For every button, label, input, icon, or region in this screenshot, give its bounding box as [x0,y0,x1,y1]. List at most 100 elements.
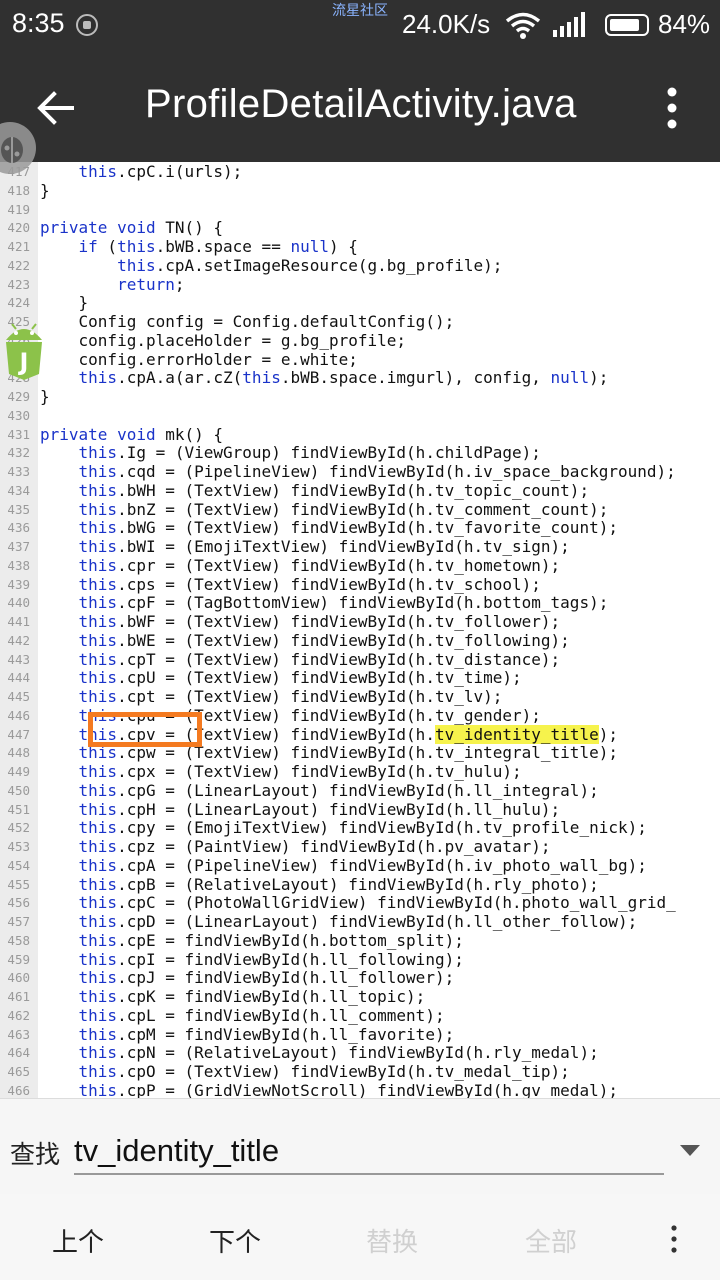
line-number: 435 [7,501,30,517]
code-line: 463 this.cpM = findViewById(h.ll_favorit… [0,1025,720,1044]
line-number: 434 [7,482,30,498]
line-number: 451 [7,801,30,817]
line-number: 441 [7,614,30,629]
line-number: 422 [7,257,30,273]
code-line: 452 this.cpy = (EmojiTextView) findViewB… [0,818,720,837]
code-text: this.cpT = (TextView) findViewById(h.tv_… [78,649,561,669]
code-text: this.cpO = (TextView) findViewById(h.tv_… [78,1062,570,1081]
line-number: 443 [7,651,30,667]
code-text: this.cpy = (EmojiTextView) findViewById(… [78,818,647,838]
code-line: 431 private void mk() { [0,425,720,444]
code-line: 455 this.cpB = (RelativeLayout) findView… [0,875,720,894]
code-line: 425 Config config = Config.defaultConfig… [0,312,720,331]
annotation-box [88,712,202,747]
code-text: this.cpK = findViewById(h.ll_topic); [78,987,426,1006]
more-vertical-icon[interactable] [660,86,684,130]
next-button[interactable]: 下个 [209,1222,261,1259]
code-line: 421 if (this.bWB.space == null) { [0,237,720,256]
code-line: 460 this.cpJ = findViewById(h.ll_followe… [0,968,720,987]
code-line: 423 return; [0,275,720,294]
java-android-icon[interactable]: J [0,318,48,384]
code-line: 440 this.cpF = (TagBottomView) findViewB… [0,593,720,612]
code-line: 444 this.cpU = (TextView) findViewById(h… [0,668,720,687]
network-speed: 24.0K/s [402,9,491,39]
code-line: 439 this.cps = (TextView) findViewById(h… [0,575,720,594]
code-text: this.cpD = (LinearLayout) findViewById(h… [78,912,638,931]
code-text: this.cpB = (RelativeLayout) findViewById… [78,874,599,894]
line-number: 438 [7,557,30,573]
code-line: 454 this.cpA = (PipelineView) findViewBy… [0,856,720,875]
code-text: this.cpC.i(urls); [78,162,243,181]
code-line: 459 this.cpI = findViewById(h.ll_followi… [0,950,720,969]
line-number: 429 [7,389,30,404]
code-line: 424 } [0,293,720,312]
app-bar: ProfileDetailActivity.java [0,54,720,162]
code-line: 458 this.cpE = findViewById(h.bottom_spl… [0,931,720,950]
line-number: 460 [7,970,30,986]
code-line: 427 config.errorHolder = e.white; [0,350,720,369]
line-number: 455 [7,876,30,892]
line-number: 432 [7,445,30,461]
line-number: 420 [7,220,30,236]
triangle-down-icon[interactable] [678,1143,702,1157]
line-number: 446 [7,707,30,723]
code-line: 442 this.bWE = (TextView) findViewById(h… [0,631,720,650]
ladybug-icon[interactable] [0,120,44,176]
signal-icon [553,12,585,37]
code-line: 462 this.cpL = findViewById(h.ll_comment… [0,1006,720,1025]
code-line: 422 this.cpA.setImageResource(g.bg_profi… [0,256,720,275]
line-number: 418 [7,182,30,198]
code-text: config.placeHolder = g.bg_profile; [40,330,407,350]
svg-text:J: J [18,348,29,376]
code-line: 456 this.cpC = (PhotoWallGridView) findV… [0,893,720,912]
find-actions: 上个 下个 替换 全部 [0,1194,720,1280]
line-number: 450 [7,782,30,798]
code-line: 432 this.Ig = (ViewGroup) findViewById(h… [0,443,720,462]
battery-fill [610,19,639,31]
line-number: 466 [7,1082,30,1098]
code-text: this.cpP = (GridViewNotScroll) findViewB… [78,1080,618,1098]
line-number: 430 [7,407,30,423]
code-text: this.bWI = (EmojiTextView) findViewById(… [78,537,570,556]
status-time: 8:35 [12,8,65,38]
code-line: 465 this.cpO = (TextView) findViewById(h… [0,1062,720,1081]
code-text: this.cpU = (TextView) findViewById(h.tv_… [78,668,522,688]
line-number: 462 [7,1007,30,1023]
code-text: this.cpM = findViewById(h.ll_favorite); [78,1024,455,1044]
battery-percent: 84% [658,9,711,39]
code-text: } [40,293,89,313]
line-number: 465 [7,1064,30,1079]
more-vertical-icon[interactable] [664,1224,684,1254]
code-text: this.cpz = (PaintView) findViewById(h.pv… [78,837,551,856]
line-number: 439 [7,576,30,592]
line-number: 447 [7,726,30,742]
code-line: 417 this.cpC.i(urls); [0,162,720,181]
code-line: 429} [0,387,720,406]
code-text: this.cpN = (RelativeLayout) findViewById… [78,1043,599,1063]
code-text: } [40,180,50,200]
code-line: 457 this.cpD = (LinearLayout) findViewBy… [0,912,720,931]
find-input[interactable]: tv_identity_title [74,1131,664,1175]
line-number: 436 [7,520,30,536]
replace-all-button[interactable]: 全部 [525,1222,577,1259]
code-text: this.bWH = (TextView) findViewById(h.tv_… [78,480,590,500]
line-number: 423 [7,276,30,292]
notification-icon [76,14,98,36]
code-text: private void TN() { [40,218,224,238]
code-line: 435 this.bnZ = (TextView) findViewById(h… [0,500,720,519]
prev-button[interactable]: 上个 [52,1222,104,1259]
code-text: this.cpG = (LinearLayout) findViewById(h… [78,780,599,800]
find-label: 查找 [10,1140,61,1169]
code-view[interactable]: 417 this.cpC.i(urls);418}419420private v… [0,162,720,1098]
replace-button[interactable]: 替换 [366,1222,418,1259]
code-line: 461 this.cpK = findViewById(h.ll_topic); [0,987,720,1006]
line-number: 461 [7,989,30,1004]
code-line: 430 [0,406,720,425]
code-line: 436 this.bWG = (TextView) findViewById(h… [0,518,720,537]
code-text: this.cpx = (TextView) findViewById(h.tv_… [78,762,522,781]
code-line: 466 this.cpP = (GridViewNotScroll) findV… [0,1081,720,1098]
code-text: this.cpt = (TextView) findViewById(h.tv_… [78,687,503,706]
code-text: this.cpA.setImageResource(g.bg_profile); [117,255,503,275]
line-number: 457 [7,914,30,929]
code-text: this.cqd = (PipelineView) findViewById(h… [78,462,676,481]
